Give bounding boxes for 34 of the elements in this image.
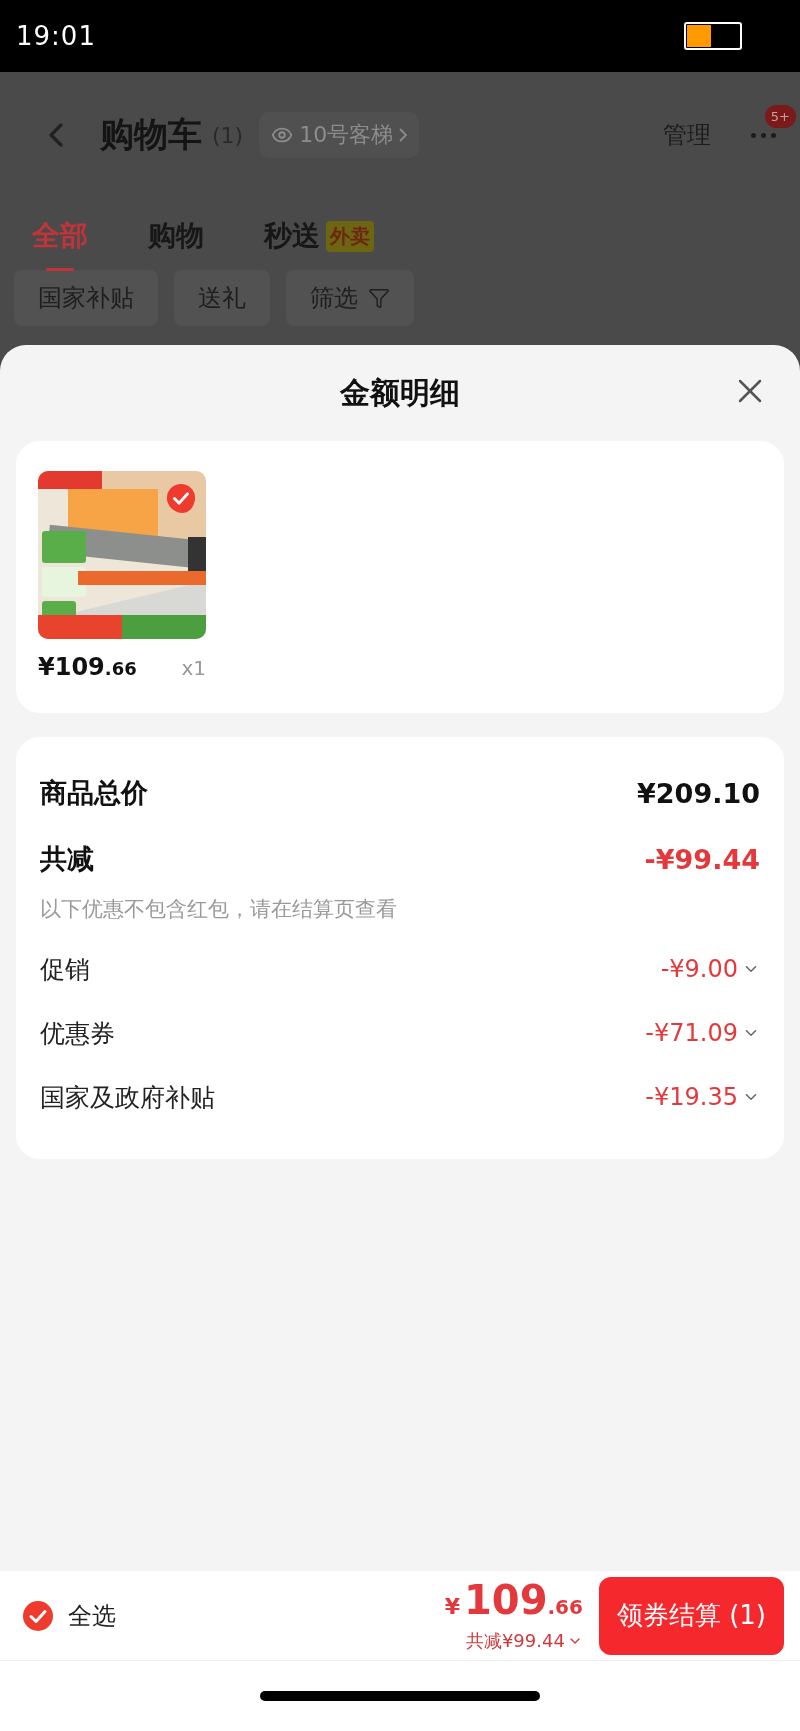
chevron-icon	[399, 128, 408, 142]
discount-note: 以下优惠不包含红包，请在结算页查看	[40, 896, 398, 923]
more-dot[interactable]	[761, 132, 766, 138]
location-text: 10号客梯	[299, 121, 394, 149]
footer-total: ¥109.66	[444, 1578, 583, 1625]
select-all-toggle[interactable]: 全选	[22, 1599, 116, 1632]
item-quantity: x1	[181, 656, 206, 680]
sheet-title: 金额明细	[340, 373, 460, 412]
item-price: ¥109.66	[38, 653, 137, 681]
discount-row-value[interactable]: -¥71.09	[645, 1019, 760, 1047]
tab-tag: 外卖	[326, 220, 374, 252]
discount-row-label: 优惠券	[40, 1017, 115, 1050]
discount-row-label: 国家及政府补贴	[40, 1081, 215, 1114]
tab[interactable]: 全部	[32, 203, 88, 271]
discount-label: 共减	[40, 842, 94, 876]
more-dot[interactable]	[771, 132, 776, 138]
tab-label: 全部	[32, 218, 88, 254]
notification-badge: 5+	[764, 104, 796, 128]
battery-icon	[684, 21, 744, 51]
funnel-icon	[368, 287, 390, 309]
checkout-button[interactable]: 领券结算 (1)	[598, 1576, 784, 1655]
status-time: 19:01	[16, 21, 96, 51]
discount-row-value[interactable]: -¥19.35	[645, 1083, 760, 1111]
location-chip[interactable]: 10号客梯	[259, 112, 420, 158]
select-all-checkbox[interactable]	[22, 1599, 54, 1632]
total-value: ¥209.10	[637, 777, 760, 809]
discount-value: -¥99.44	[644, 843, 760, 875]
item-checkbox[interactable]	[166, 483, 196, 513]
footer-discount[interactable]: 共减¥99.44	[465, 1629, 583, 1653]
total-label: 商品总价	[40, 776, 148, 810]
more-dot[interactable]	[751, 132, 756, 138]
discount-row-label: 促销	[40, 953, 90, 986]
discount-row-value[interactable]: -¥9.00	[660, 955, 760, 983]
select-all-label: 全选	[68, 1600, 116, 1632]
